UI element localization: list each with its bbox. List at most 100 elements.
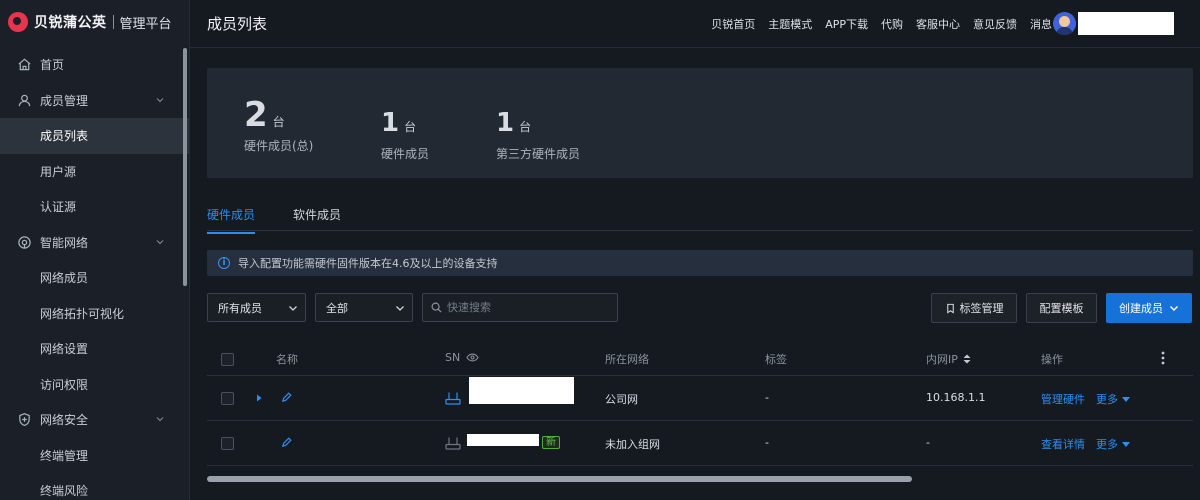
sort-icon[interactable] [963,354,971,364]
link-purchase[interactable]: 代购 [881,16,903,32]
sidebar-item-label: 认证源 [40,200,77,215]
config-template-button[interactable]: 配置模板 [1026,293,1097,323]
tab-software-members[interactable]: 软件成员 [293,206,341,232]
sidebar-item-label: 用户源 [40,164,77,179]
column-label: SN [445,351,461,364]
info-icon: i [218,257,230,269]
user-name-redacted[interactable] [1078,12,1174,35]
row-checkbox[interactable] [221,392,234,405]
top-header: 成员列表 贝锐首页 主题模式 APP下载 代购 客服中心 意见反馈 消息 [190,0,1200,48]
router-icon [445,392,461,405]
sidebar-item-member-management[interactable]: 成员管理 [0,83,189,119]
row-checkbox[interactable] [221,437,234,450]
sidebar-item-network-topology[interactable]: 网络拓扑可视化 [0,296,189,332]
sidebar-item-smart-network[interactable]: 智能网络 [0,225,189,261]
brand-divider [112,15,114,29]
brand-logo-icon [8,12,28,32]
eye-icon[interactable] [466,353,479,362]
create-member-button[interactable]: 创建成员 [1106,293,1192,323]
sidebar-item-network-security[interactable]: 网络安全 [0,402,189,438]
stat-label: 硬件成员 [381,147,430,161]
search-icon [431,302,442,313]
sidebar-item-label: 网络拓扑可视化 [40,306,125,321]
sidebar-item-user-source[interactable]: 用户源 [0,154,189,190]
more-label: 更多 [1096,393,1118,406]
link-app-download[interactable]: APP下载 [825,16,868,32]
caret-down-icon [1122,441,1130,447]
member-type-select[interactable]: 所有成员 [207,293,306,322]
sidebar-item-label: 成员管理 [40,93,89,108]
sidebar-item-access-permissions[interactable]: 访问权限 [0,367,189,403]
sn-redacted [467,434,539,446]
select-value: 全部 [326,301,348,315]
sidebar-item-terminal-management[interactable]: 终端管理 [0,438,189,474]
quick-search[interactable] [422,293,618,322]
column-label: 内网IP [926,353,958,366]
link-feedback[interactable]: 意见反馈 [973,16,1017,32]
sidebar: 贝锐蒲公英 管理平台 首页 成员管理 成员列表 用户源 认证源 智能网络 网络成… [0,0,190,500]
button-label: 创建成员 [1119,302,1163,315]
column-lan-ip[interactable]: 内网IP [926,351,971,367]
edit-icon[interactable] [281,392,292,403]
tab-hardware-members[interactable]: 硬件成员 [207,206,256,234]
sidebar-item-label: 智能网络 [40,235,89,250]
link-service-center[interactable]: 客服中心 [916,16,960,32]
new-badge: 新 [538,434,560,450]
sidebar-item-label: 网络设置 [40,342,89,357]
chevron-down-icon [396,306,404,311]
sidebar-item-label: 成员列表 [40,129,89,144]
status-select[interactable]: 全部 [315,293,413,322]
edit-icon[interactable] [281,437,292,448]
column-ops: 操作 [1041,353,1063,366]
sidebar-item-auth-source[interactable]: 认证源 [0,189,189,225]
more-menu[interactable]: 更多 [1096,436,1130,452]
caret-down-icon [1122,396,1130,402]
table-row: 新 未加入组网 - - 查看详情 更多 [207,421,1193,466]
select-all-checkbox[interactable] [221,353,234,366]
more-label: 更多 [1096,438,1118,451]
link-home[interactable]: 贝锐首页 [711,16,755,32]
sidebar-item-member-list[interactable]: 成员列表 [0,118,189,154]
network-cell: 未加入组网 [605,438,660,451]
ops-cell: 管理硬件 更多 [1041,391,1130,407]
member-tabs: 硬件成员 软件成员 [207,200,1193,234]
sidebar-item-home[interactable]: 首页 [0,47,189,83]
sidebar-item-network-settings[interactable]: 网络设置 [0,331,189,367]
brand-name: 贝锐蒲公英 [34,15,107,31]
chevron-down-icon [289,306,297,311]
stat-unit: 台 [519,120,532,134]
sidebar-item-terminal-risk[interactable]: 终端风险 [0,473,189,500]
sidebar-item-label: 终端风险 [40,484,89,499]
sidebar-item-label: 访问权限 [40,377,89,392]
more-menu[interactable]: 更多 [1096,391,1130,407]
stat-value: 1 [381,108,400,138]
column-tag: 标签 [765,353,787,366]
search-input[interactable] [447,301,607,314]
brand-subtitle: 管理平台 [119,16,172,32]
network-icon [16,234,32,250]
stat-unit: 台 [404,120,417,134]
expand-caret-icon[interactable] [256,394,262,402]
link-messages[interactable]: 消息 [1030,16,1052,32]
column-name: 名称 [276,353,298,366]
ops-cell: 查看详情 更多 [1041,436,1130,452]
horizontal-scrollbar[interactable] [207,476,912,482]
stats-card: 2台 硬件成员(总) 1台 硬件成员 1台 第三方硬件成员 [207,68,1193,178]
logo[interactable]: 贝锐蒲公英 管理平台 [0,0,189,44]
stat-label: 硬件成员(总) [244,139,314,153]
sidebar-item-label: 网络成员 [40,271,89,286]
view-details-link[interactable]: 查看详情 [1041,436,1085,452]
chevron-down-icon [156,97,164,102]
lan-ip-cell: 10.168.1.1 [926,391,986,404]
new-badge-label: 新 [542,436,560,449]
tag-icon [946,303,954,314]
tag-manage-button[interactable]: 标签管理 [931,293,1017,323]
avatar[interactable] [1053,12,1076,35]
sidebar-item-network-members[interactable]: 网络成员 [0,260,189,296]
column-settings-icon[interactable] [1161,351,1165,365]
stat-unit: 台 [272,115,285,129]
sidebar-item-label: 首页 [40,58,65,73]
sidebar-scrollbar[interactable] [183,48,187,286]
link-theme-mode[interactable]: 主题模式 [768,16,812,32]
manage-hardware-link[interactable]: 管理硬件 [1041,391,1085,407]
